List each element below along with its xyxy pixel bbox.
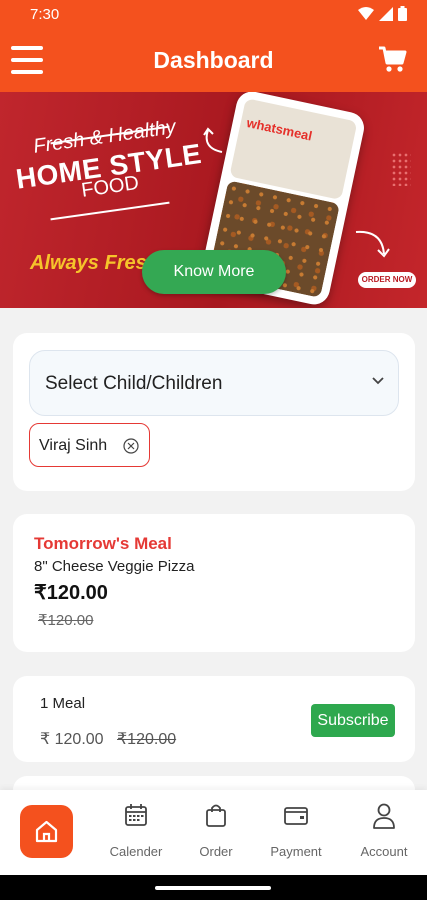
child-select-dropdown[interactable]: Select Child/Children (29, 350, 399, 416)
calendar-icon (125, 804, 147, 826)
remove-chip-icon[interactable] (123, 438, 139, 454)
wifi-icon (358, 6, 374, 20)
wallet-icon (284, 807, 308, 825)
cart-icon[interactable] (377, 44, 407, 74)
banner-tagline: Always Fres (30, 252, 147, 274)
meal-item-name: 8" Cheese Veggie Pizza (34, 558, 195, 575)
status-icons (358, 6, 407, 21)
battery-icon (398, 6, 407, 21)
order-now-badge: ORDER NOW (358, 272, 416, 288)
person-icon (373, 803, 395, 829)
meal-price: ₹120.00 (34, 582, 108, 604)
page-title: Dashboard (153, 47, 274, 73)
child-select-label: Select Child/Children (45, 373, 223, 394)
nav-label-calender: Calender (109, 844, 163, 859)
know-more-button[interactable]: Know More (142, 250, 286, 294)
nav-item-account[interactable]: Account (344, 800, 424, 870)
app-bar: Dashboard (0, 30, 427, 92)
meal-original-price: ₹120.00 (38, 612, 94, 629)
decorative-dots (391, 152, 411, 186)
tomorrow-meal-card[interactable]: Tomorrow's Meal 8" Cheese Veggie Pizza ₹… (13, 514, 415, 652)
status-bar: 7:30 (0, 0, 427, 30)
tomorrow-meal-heading: Tomorrow's Meal (34, 534, 172, 553)
child-chip-label: Viraj Sinh (39, 437, 108, 454)
selected-child-chip[interactable]: Viraj Sinh (29, 423, 150, 467)
status-time: 7:30 (30, 6, 60, 23)
curved-arrow-icon (355, 230, 390, 258)
nav-label-account: Account (360, 844, 408, 859)
plan-name: 1 Meal (40, 695, 86, 712)
chevron-down-icon (372, 377, 384, 385)
plan-price: ₹ 120.00 (40, 731, 104, 748)
subscription-card: 1 Meal ₹ 120.00 ₹120.00 Subscribe (13, 676, 415, 762)
home-gesture-handle[interactable] (155, 886, 271, 890)
nav-item-order[interactable]: Order (176, 800, 256, 870)
nav-home-button[interactable] (20, 805, 73, 858)
subscribe-button[interactable]: Subscribe (311, 704, 395, 737)
nav-item-payment[interactable]: Payment (256, 800, 336, 870)
plan-original-price: ₹120.00 (117, 731, 177, 748)
bottom-nav: Calender Order Payment Account (0, 790, 427, 875)
child-select-card: Select Child/Children Viraj Sinh (13, 333, 415, 491)
nav-label-order: Order (199, 844, 233, 859)
curved-arrow-icon (203, 127, 223, 153)
system-nav-bar (0, 875, 427, 900)
signal-icon (379, 6, 393, 21)
nav-label-payment: Payment (270, 844, 322, 859)
nav-item-calender[interactable]: Calender (96, 800, 176, 870)
shopping-bag-icon (206, 804, 226, 827)
home-icon (35, 820, 58, 843)
promo-banner[interactable]: Fresh & Healthy HOME STYLE FOOD Always F… (0, 92, 427, 308)
